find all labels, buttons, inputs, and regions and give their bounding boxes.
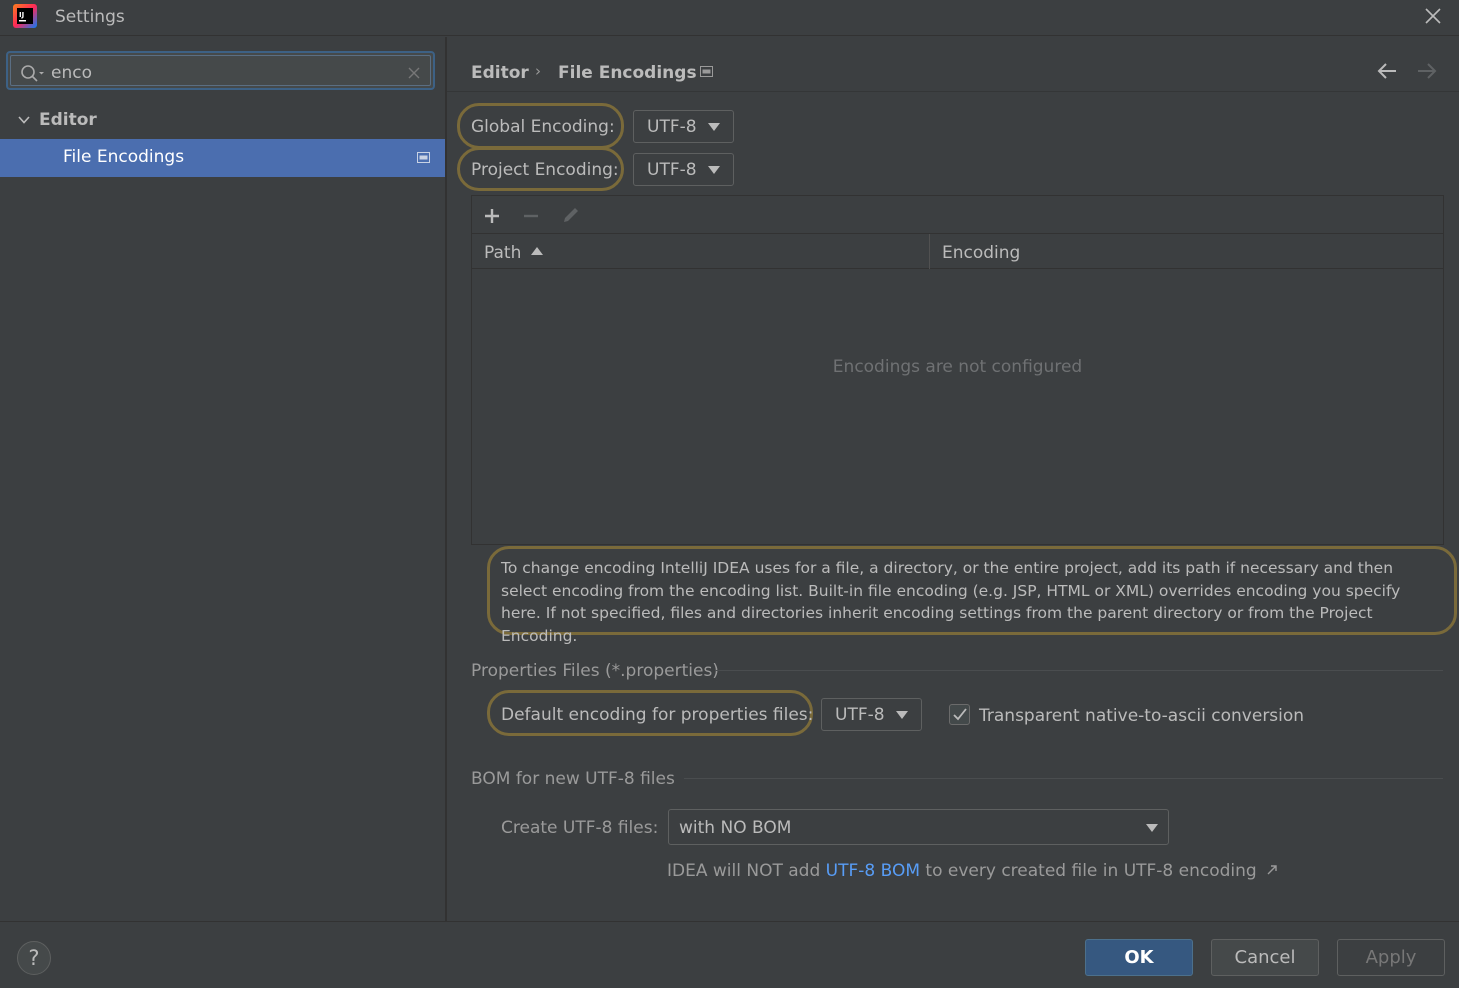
project-level-icon [417, 152, 430, 163]
breadcrumb-separator: › [535, 62, 541, 80]
section-divider [684, 778, 1443, 779]
title-bar: IJ Settings [0, 0, 1459, 36]
back-arrow-icon[interactable] [1376, 61, 1398, 81]
bom-note: IDEA will NOT add UTF-8 BOM to every cre… [667, 861, 1278, 881]
forward-arrow-icon[interactable] [1416, 61, 1438, 81]
column-divider[interactable] [929, 234, 930, 269]
window-title: Settings [55, 7, 125, 27]
table-header: Path Encoding [472, 234, 1443, 269]
properties-section-title: Properties Files (*.properties) [471, 661, 719, 681]
create-utf8-select[interactable]: with NO BOM [668, 809, 1169, 845]
settings-sidebar: Editor File Encodings [0, 37, 445, 921]
default-properties-encoding-select[interactable]: UTF-8 [821, 698, 922, 731]
ok-button[interactable]: OK [1085, 939, 1193, 976]
cancel-button[interactable]: Cancel [1211, 939, 1319, 976]
global-encoding-select[interactable]: UTF-8 [633, 110, 734, 143]
transparent-conversion-checkbox[interactable] [949, 704, 970, 725]
default-properties-encoding-label: Default encoding for properties files: [501, 705, 814, 725]
column-header-encoding[interactable]: Encoding [942, 243, 1020, 263]
dialog-footer: ? OK Cancel Apply [0, 921, 1459, 988]
sort-ascending-icon [531, 247, 543, 255]
create-utf8-value: with NO BOM [679, 818, 792, 838]
table-body[interactable]: Encodings are not configured [472, 269, 1443, 544]
global-encoding-label: Global Encoding: [471, 117, 615, 137]
svg-text:IJ: IJ [19, 11, 24, 19]
remove-icon[interactable] [522, 207, 540, 225]
bom-note-prefix: IDEA will NOT add [667, 861, 826, 881]
dropdown-arrow-icon [708, 123, 720, 131]
dropdown-arrow-icon [1146, 824, 1158, 832]
project-level-icon [700, 66, 713, 77]
project-encoding-value: UTF-8 [647, 160, 697, 180]
create-utf8-label: Create UTF-8 files: [501, 818, 659, 838]
close-icon[interactable] [1420, 3, 1446, 29]
intellij-logo-icon: IJ [13, 4, 37, 28]
tree-node-editor[interactable]: Editor [0, 107, 445, 137]
global-encoding-value: UTF-8 [647, 117, 697, 137]
clear-search-icon[interactable] [406, 65, 422, 81]
external-link-icon[interactable] [1266, 864, 1278, 876]
default-properties-encoding-value: UTF-8 [835, 705, 885, 725]
dropdown-arrow-icon [708, 166, 720, 174]
section-divider [715, 670, 1443, 671]
transparent-conversion-label[interactable]: Transparent native-to-ascii conversion [979, 706, 1304, 726]
tree-node-file-encodings-label: File Encodings [63, 147, 185, 167]
path-encoding-table: Path Encoding Encodings are not configur… [471, 195, 1444, 545]
search-field[interactable] [6, 51, 435, 90]
encoding-help-text: To change encoding IntelliJ IDEA uses fo… [501, 559, 1401, 645]
tree-node-editor-label: Editor [39, 110, 97, 130]
search-input[interactable] [51, 59, 391, 87]
checkmark-icon [953, 708, 967, 721]
breadcrumb-file-encodings: File Encodings [558, 63, 697, 83]
table-empty-message: Encodings are not configured [832, 357, 1083, 377]
chevron-down-icon[interactable] [17, 113, 31, 127]
search-field-inner [10, 55, 431, 87]
tree-node-file-encodings[interactable]: File Encodings [0, 139, 445, 177]
file-encodings-panel: Editor › File Encodings Global Encoding:… [447, 37, 1459, 921]
breadcrumb-editor[interactable]: Editor [471, 63, 529, 83]
help-button[interactable]: ? [17, 941, 51, 975]
project-encoding-select[interactable]: UTF-8 [633, 153, 734, 186]
table-toolbar [472, 196, 1443, 234]
column-header-path[interactable]: Path [484, 243, 521, 263]
project-encoding-label: Project Encoding: [471, 160, 619, 180]
search-icon[interactable] [20, 64, 46, 84]
bom-section-title: BOM for new UTF-8 files [471, 769, 675, 789]
apply-button[interactable]: Apply [1337, 939, 1445, 976]
dropdown-arrow-icon [896, 711, 908, 719]
bom-note-suffix: to every created file in UTF-8 encoding [920, 861, 1257, 881]
add-icon[interactable] [483, 207, 501, 225]
edit-pencil-icon[interactable] [561, 205, 581, 225]
utf8-bom-link[interactable]: UTF-8 BOM [826, 861, 920, 881]
breadcrumb: Editor › File Encodings [447, 37, 1459, 92]
